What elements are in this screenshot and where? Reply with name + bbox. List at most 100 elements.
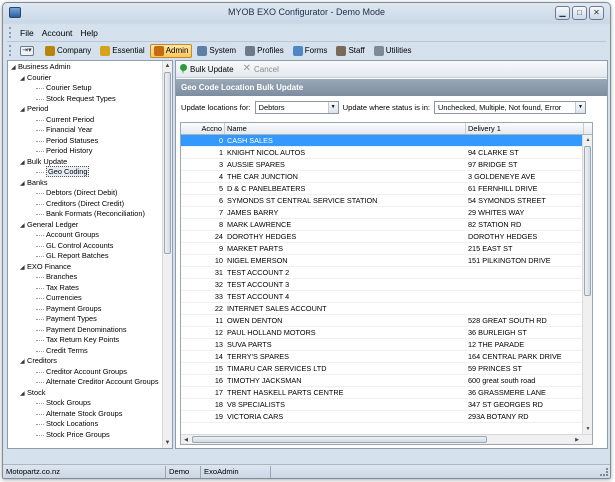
tree-group[interactable]: ◢ Business Admin (8, 62, 162, 73)
tree-scroll-thumb[interactable] (164, 72, 171, 254)
table-row[interactable]: 17 TRENT HASKELL PARTS CENTRE 36 GRASSMERE… (181, 387, 592, 399)
scroll-up-arrow-icon[interactable]: ▲ (163, 61, 172, 71)
tree-item[interactable]: Period Statuses (8, 136, 162, 147)
table-row[interactable]: 16 TIMOTHY JACKSMAN 600 great south road (181, 375, 592, 387)
table-row[interactable]: 8 MARK LAWRENCE 82 STATION RD (181, 219, 592, 231)
cancel-x-icon: ✕ (242, 63, 251, 74)
toolbar-utilities-button[interactable]: Utilities (370, 44, 416, 58)
table-row[interactable]: 32 TEST ACCOUNT 3 (181, 279, 592, 291)
toolbar-profiles-button[interactable]: Profiles (241, 44, 288, 58)
cell-accno: 24 (214, 232, 223, 241)
table-row[interactable]: 9 MARKET PARTS 215 EAST ST (181, 243, 592, 255)
tree-item[interactable]: Stock Request Types (8, 94, 162, 105)
chevron-down-icon[interactable]: ▼ (575, 101, 586, 113)
scroll-right-arrow-icon[interactable]: ▶ (572, 435, 582, 444)
table-row[interactable]: 13 SUVA PARTS 12 THE PARADE (181, 339, 592, 351)
tree-item-label: Courier Setup (46, 83, 92, 92)
table-row[interactable]: 5 D & C PANELBEATERS 61 FERNHILL DRIVE (181, 183, 592, 195)
status-filter-select[interactable]: Unchecked, Multiple, Not found, Error ▼ (434, 100, 587, 114)
update-for-select[interactable]: Debtors ▼ (254, 100, 339, 114)
table-row[interactable]: 10 NIGEL EMERSON 151 PILKINGTON DRIVE (181, 255, 592, 267)
menu-account[interactable]: Account (38, 28, 77, 38)
grid-vertical-scrollbar[interactable]: ▲ ▼ (582, 135, 592, 434)
close-button[interactable]: ✕ (589, 6, 604, 20)
scroll-left-arrow-icon[interactable]: ◀ (181, 435, 191, 444)
tree-group[interactable]: ◢ Creditors (8, 356, 162, 367)
tree-item[interactable]: Stock Price Groups (8, 430, 162, 441)
minimize-button[interactable]: ▁ (555, 6, 570, 20)
tree-item[interactable]: Account Groups (8, 230, 162, 241)
tree-item[interactable]: Bank Formats (Reconciliation) (8, 209, 162, 220)
table-row[interactable]: 11 OWEN DENTON 528 GREAT SOUTH RD (181, 315, 592, 327)
tree-item[interactable]: Current Period (8, 115, 162, 126)
bulk-update-button[interactable]: Bulk Update (180, 64, 234, 74)
tree-item[interactable]: Currencies (8, 293, 162, 304)
table-row[interactable]: 1 KNIGHT NICOL AUTOS 94 CLARKE ST (181, 147, 592, 159)
tree-item[interactable]: Period History (8, 146, 162, 157)
tree-group[interactable]: ◢ Banks (8, 178, 162, 189)
table-row[interactable]: 6 SYMONDS ST CENTRAL SERVICE STATION 54 SY… (181, 195, 592, 207)
table-row[interactable]: 14 TERRY'S SPARES 164 CENTRAL PARK DRIVE (181, 351, 592, 363)
tree-item[interactable]: Payment Types (8, 314, 162, 325)
tree-item[interactable]: Tax Return Key Points (8, 335, 162, 346)
tree-item[interactable]: Payment Groups (8, 304, 162, 315)
toolbar-essential-button[interactable]: Essential (96, 44, 148, 58)
table-row[interactable]: 18 V8 SPECIALISTS 347 ST GEORGES RD (181, 399, 592, 411)
menu-file[interactable]: File (16, 28, 38, 38)
tree-group[interactable]: ◢ General Ledger (8, 220, 162, 231)
tree-item[interactable]: Alternate Creditor Account Groups (8, 377, 162, 388)
tree-group[interactable]: ◢ Period (8, 104, 162, 115)
toolbar-forms-button[interactable]: Forms (289, 44, 332, 58)
table-row[interactable]: 0 CASH SALES (181, 135, 592, 147)
tree-scrollbar[interactable]: ▲ ▼ (162, 61, 172, 448)
status-mode: Demo (166, 465, 201, 478)
column-header-delivery1[interactable]: Delivery 1 (466, 123, 584, 134)
table-row[interactable]: 33 TEST ACCOUNT 4 (181, 291, 592, 303)
scroll-down-arrow-icon[interactable]: ▼ (163, 438, 172, 448)
table-row[interactable]: 19 VICTORIA CARS 293A BOTANY RD (181, 411, 592, 423)
tree-item[interactable]: Alternate Stock Groups (8, 409, 162, 420)
tree-group[interactable]: ◢ Courier (8, 73, 162, 84)
maximize-button[interactable]: □ (572, 6, 587, 20)
tree-item[interactable]: Courier Setup (8, 83, 162, 94)
tree-group[interactable]: ◢ Stock (8, 388, 162, 399)
table-row[interactable]: 3 AUSSIE SPARES 97 BRIDGE ST (181, 159, 592, 171)
table-row[interactable]: 22 INTERNET SALES ACCOUNT (181, 303, 592, 315)
grid-vscroll-thumb[interactable] (584, 146, 591, 296)
table-row[interactable]: 31 TEST ACCOUNT 2 (181, 267, 592, 279)
toolbar-system-button[interactable]: System (193, 44, 240, 58)
tree-item[interactable]: Creditor Account Groups (8, 367, 162, 378)
grid-hscroll-thumb[interactable] (192, 436, 487, 443)
toolbar-admin-button[interactable]: Admin (149, 43, 193, 58)
tree-item[interactable]: Financial Year (8, 125, 162, 136)
tree-item[interactable]: Tax Rates (8, 283, 162, 294)
scroll-up-arrow-icon[interactable]: ▲ (583, 135, 592, 145)
scroll-down-arrow-icon[interactable]: ▼ (583, 424, 592, 434)
toolbar-staff-button[interactable]: Staff (332, 44, 368, 58)
grid-horizontal-scrollbar[interactable]: ◀ ▶ (181, 434, 592, 444)
size-grip[interactable] (600, 468, 608, 476)
tree-item[interactable]: GL Report Batches (8, 251, 162, 262)
menu-help[interactable]: Help (76, 28, 101, 38)
table-row[interactable]: 12 PAUL HOLLAND MOTORS 36 BURLEIGH ST (181, 327, 592, 339)
table-row[interactable]: 7 JAMES BARRY 29 WHITES WAY (181, 207, 592, 219)
tree-group[interactable]: ◢ EXO Finance (8, 262, 162, 273)
toolbar-options-button[interactable]: ⇥▾ (16, 44, 38, 58)
cancel-button[interactable]: ✕ Cancel (243, 64, 279, 74)
chevron-down-icon[interactable]: ▼ (327, 101, 338, 113)
tree-item[interactable]: Stock Locations (8, 419, 162, 430)
table-row[interactable]: 15 TIMARU CAR SERVICES LTD 59 PRINCES ST (181, 363, 592, 375)
tree-item[interactable]: Geo Coding (8, 166, 162, 178)
tree-item[interactable]: Credit Terms (8, 346, 162, 357)
toolbar-company-button[interactable]: Company (41, 44, 95, 58)
tree-item[interactable]: Stock Groups (8, 398, 162, 409)
tree-item[interactable]: Debtors (Direct Debit) (8, 188, 162, 199)
tree-item[interactable]: Branches (8, 272, 162, 283)
column-header-name[interactable]: Name (225, 123, 466, 134)
tree-item[interactable]: Creditors (Direct Credit) (8, 199, 162, 210)
column-header-accno[interactable]: Accno (181, 123, 225, 134)
table-row[interactable]: 24 DOROTHY HEDGES DOROTHY HEDGES (181, 231, 592, 243)
tree-item[interactable]: GL Control Accounts (8, 241, 162, 252)
table-row[interactable]: 4 THE CAR JUNCTION 3 GOLDENEYE AVE (181, 171, 592, 183)
tree-item[interactable]: Payment Denominations (8, 325, 162, 336)
